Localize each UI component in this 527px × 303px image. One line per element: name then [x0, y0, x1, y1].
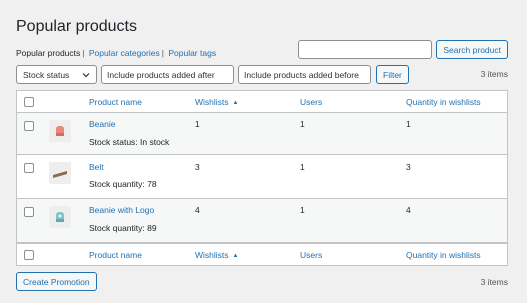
select-all-checkbox[interactable] [24, 97, 34, 107]
items-count-top: 3 items [480, 69, 508, 79]
items-count-bottom: 3 items [480, 277, 508, 287]
column-wishlists-label: Wishlists [195, 250, 229, 260]
create-promotion-button[interactable]: Create Promotion [16, 272, 97, 291]
table-row: Belt Stock quantity: 78 3 1 3 [17, 155, 507, 199]
table-row: Beanie Stock status: In stock 1 1 1 [17, 113, 507, 155]
date-before-placeholder: Include products added before [244, 69, 359, 80]
search-box: Search product [298, 40, 508, 59]
date-after-placeholder: Include products added after [107, 69, 215, 80]
wishlists-value: 3 [195, 162, 200, 172]
table-header: Product name Wishlists ▲ Users Quantity i… [17, 91, 507, 113]
sort-up-icon: ▲ [232, 100, 239, 106]
stock-info: Stock quantity: 78 [89, 179, 157, 189]
beanie-logo-icon [56, 212, 64, 222]
subnav: Popular products | Popular categories | Po… [16, 48, 216, 58]
column-product-name-footer[interactable]: Product name [89, 250, 142, 260]
row-checkbox[interactable] [24, 163, 34, 173]
subnav-link-popular-tags[interactable]: Popular tags [168, 48, 216, 58]
date-after-input[interactable]: Include products added after [101, 65, 234, 84]
tablenav-top: Stock status Include products added afte… [16, 65, 508, 85]
search-product-button[interactable]: Search product [436, 40, 508, 59]
wishlists-value: 4 [195, 205, 200, 215]
wishlists-value: 1 [195, 119, 200, 129]
search-input[interactable] [298, 40, 433, 59]
product-thumbnail[interactable] [49, 206, 71, 228]
column-users-footer[interactable]: Users [300, 250, 322, 260]
product-name-link[interactable]: Belt [89, 162, 104, 172]
row-checkbox[interactable] [24, 207, 34, 217]
row-checkbox[interactable] [24, 121, 34, 131]
subnav-separator: | [161, 48, 164, 58]
column-wishlists[interactable]: Wishlists ▲ [195, 97, 238, 107]
stock-status-select[interactable]: Stock status [16, 65, 97, 84]
column-users[interactable]: Users [300, 97, 322, 107]
filter-button[interactable]: Filter [376, 65, 409, 84]
product-name-link[interactable]: Beanie [89, 119, 115, 129]
subnav-separator: | [82, 48, 85, 58]
quantity-value: 4 [406, 205, 411, 215]
sort-up-icon: ▲ [232, 253, 239, 259]
quantity-value: 1 [406, 119, 411, 129]
page-title: Popular products [16, 18, 137, 35]
column-quantity[interactable]: Quantity in wishlists [406, 97, 481, 107]
column-wishlists-label: Wishlists [195, 97, 229, 107]
table-row: Beanie with Logo Stock quantity: 89 4 1 … [17, 199, 507, 243]
users-value: 1 [300, 205, 305, 215]
stock-info: Stock status: In stock [89, 137, 170, 147]
products-table: Product name Wishlists ▲ Users Quantity i… [16, 90, 508, 266]
column-wishlists-footer[interactable]: Wishlists ▲ [195, 250, 238, 260]
product-thumbnail[interactable] [49, 120, 71, 142]
column-product-name[interactable]: Product name [89, 97, 142, 107]
product-name-link[interactable]: Beanie with Logo [89, 205, 154, 215]
quantity-value: 3 [406, 162, 411, 172]
product-thumbnail[interactable] [49, 162, 71, 184]
select-all-checkbox-footer[interactable] [24, 250, 34, 260]
users-value: 1 [300, 162, 305, 172]
stock-status-label: Stock status [23, 69, 70, 80]
stock-info: Stock quantity: 89 [89, 223, 157, 233]
column-quantity-footer[interactable]: Quantity in wishlists [406, 250, 481, 260]
belt-icon [53, 171, 67, 178]
date-before-input[interactable]: Include products added before [238, 65, 371, 84]
users-value: 1 [300, 119, 305, 129]
subnav-link-popular-categories[interactable]: Popular categories [89, 48, 160, 58]
beanie-icon [56, 126, 64, 136]
subnav-current: Popular products [16, 48, 81, 58]
table-footer: Product name Wishlists ▲ Users Quantity i… [17, 243, 507, 265]
chevron-down-icon [82, 72, 90, 77]
